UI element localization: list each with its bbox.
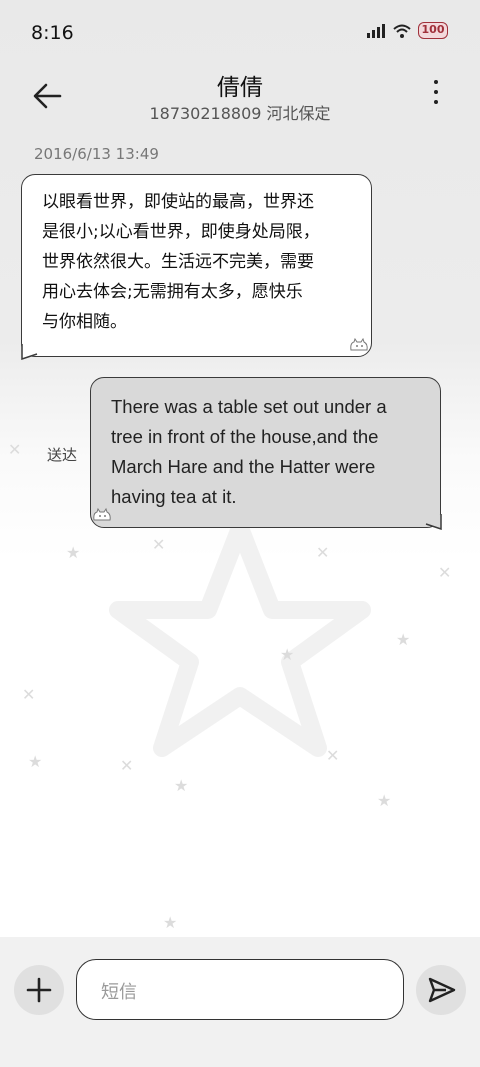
attach-button[interactable]: [14, 965, 64, 1015]
message-line: There was a table set out under a: [111, 396, 387, 417]
message-line: tree in front of the house,and the: [111, 426, 379, 447]
sparkle-icon: ★: [377, 791, 392, 810]
compose-bar: 短信: [0, 937, 480, 1067]
sparkle-icon: ✕: [120, 756, 134, 775]
more-vertical-icon[interactable]: [430, 80, 442, 110]
sparkle-icon: ✕: [326, 746, 340, 765]
bubble-tail: [21, 344, 38, 360]
sparkle-icon: ★: [280, 645, 295, 664]
send-icon: [428, 977, 456, 1003]
message-line: 以眼看世界，即使站的最高，世界还: [42, 192, 314, 212]
message-input-placeholder: 短信: [101, 982, 137, 1003]
cat-sticker-icon: [350, 337, 368, 351]
send-button[interactable]: [416, 965, 466, 1015]
sparkle-icon: ✕: [316, 543, 330, 562]
plus-icon: [26, 977, 52, 1003]
message-line: 与你相随。: [42, 312, 127, 332]
sparkle-icon: ★: [66, 543, 81, 562]
bubble-tail: [425, 514, 442, 530]
sparkle-icon: ★: [174, 776, 189, 795]
sparkle-icon: ★: [163, 913, 178, 932]
status-time: 8:16: [31, 22, 74, 44]
sparkle-icon: ✕: [8, 440, 22, 459]
battery-icon: 100: [418, 22, 448, 39]
status-bar: 8:16 100: [0, 0, 480, 66]
sparkle-icon: ✕: [438, 563, 452, 582]
star-background-icon: [109, 519, 371, 757]
message-line: 世界依然很大。生活远不完美，需要: [42, 252, 314, 272]
contact-number-location: 18730218809 河北保定: [149, 104, 331, 123]
sparkle-icon: ★: [28, 752, 43, 771]
status-icons: 100: [366, 22, 448, 39]
contact-name: 倩倩: [217, 75, 263, 101]
message-line: 用心去体会;无需拥有太多，愿快乐: [42, 282, 303, 302]
delivery-status: 送达: [47, 446, 78, 464]
message-timestamp: 2016/6/13 13:49: [34, 145, 159, 163]
sparkle-icon: ★: [396, 630, 411, 649]
incoming-message-bubble[interactable]: 以眼看世界，即使站的最高，世界还 是很小;以心看世界，即使身处局限， 世界依然很…: [21, 174, 372, 357]
wifi-icon: [393, 24, 411, 38]
message-line: March Hare and the Hatter were: [111, 456, 376, 477]
message-input[interactable]: 短信: [76, 959, 404, 1020]
cat-sticker-icon: [93, 507, 111, 521]
signal-icon: [367, 23, 385, 38]
outgoing-message-bubble[interactable]: There was a table set out under a tree i…: [90, 377, 441, 528]
conversation-header: 倩倩 18730218809 河北保定: [0, 66, 480, 136]
sparkle-icon: ✕: [152, 535, 166, 554]
sparkle-icon: ✕: [22, 685, 36, 704]
message-line: 是很小;以心看世界，即使身处局限，: [42, 222, 320, 242]
message-line: having tea at it.: [111, 486, 237, 507]
